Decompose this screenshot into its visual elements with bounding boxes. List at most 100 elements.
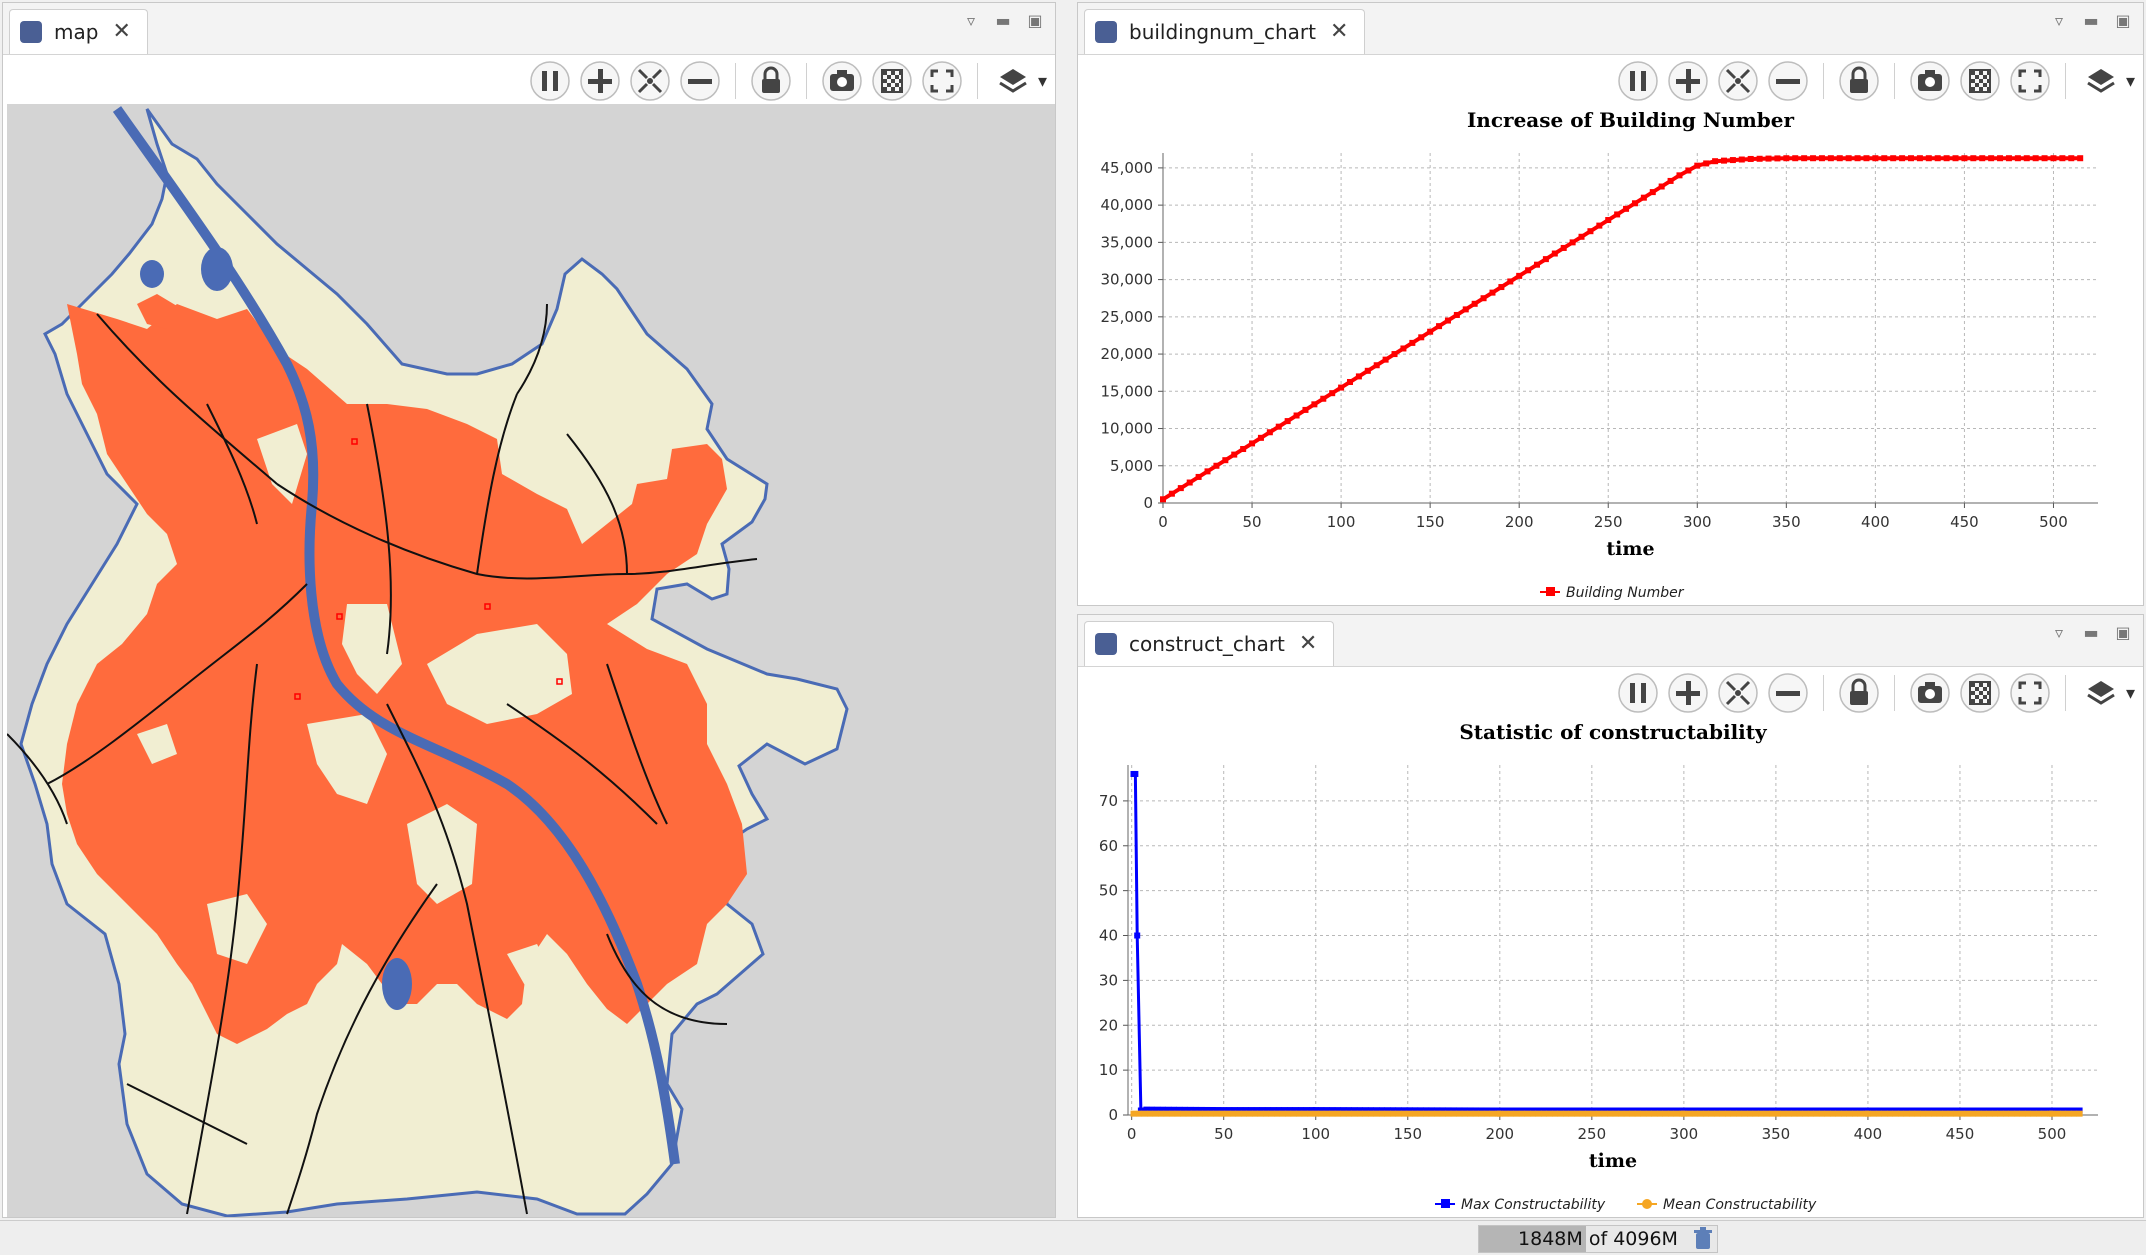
data-point — [1721, 157, 1727, 164]
data-point — [1130, 1110, 1137, 1117]
data-point — [2060, 1110, 2067, 1117]
zoom-fit-button[interactable] — [1717, 672, 1759, 714]
zoom-fit-icon — [630, 61, 670, 101]
data-point — [1428, 1110, 1435, 1117]
maximize-icon[interactable]: ▣ — [2113, 11, 2133, 30]
pause-icon — [530, 61, 570, 101]
data-point — [1480, 295, 1487, 302]
data-point — [2068, 155, 2075, 162]
minimize-icon[interactable]: ▬ — [2081, 623, 2101, 642]
tab-buildingnum-chart[interactable]: buildingnum_chart ✕ — [1084, 9, 1366, 54]
snapshot-button[interactable] — [1909, 60, 1951, 102]
data-point — [1347, 378, 1353, 385]
city-map[interactable] — [6, 104, 1055, 1218]
data-point — [1925, 1110, 1932, 1117]
overlay-button[interactable] — [1959, 60, 2001, 102]
zoom-fit-button[interactable] — [629, 60, 671, 102]
buildingnum-tabbar: buildingnum_chart ✕ ▿ ▬ ▣ — [1078, 3, 2143, 55]
data-point — [1467, 1110, 1474, 1117]
layers-icon — [2087, 681, 2115, 705]
zoom-in-button[interactable] — [1667, 60, 1709, 102]
view-menu-icon[interactable]: ▿ — [961, 11, 981, 30]
data-point — [1813, 1110, 1820, 1117]
overlay-button[interactable] — [1959, 672, 2001, 714]
layers-button[interactable] — [992, 60, 1034, 102]
close-icon[interactable]: ✕ — [1330, 21, 1348, 43]
close-icon[interactable]: ✕ — [112, 21, 130, 43]
pause-button[interactable] — [1617, 672, 1659, 714]
y-tick-label: 40,000 — [1101, 196, 1154, 214]
maximize-icon[interactable]: ▣ — [2113, 623, 2133, 642]
data-point — [1444, 317, 1451, 324]
pause-icon — [1618, 61, 1658, 101]
data-point — [1623, 205, 1630, 212]
data-point — [1845, 155, 1852, 162]
lock-button[interactable] — [1838, 672, 1880, 714]
y-tick-label: 20 — [1099, 1016, 1118, 1034]
data-point — [1587, 228, 1594, 235]
map-canvas[interactable] — [6, 104, 1055, 1218]
data-point — [1818, 155, 1825, 162]
data-point — [1676, 172, 1683, 179]
close-icon[interactable]: ✕ — [1299, 633, 1317, 655]
data-point — [1958, 1110, 1965, 1117]
fullscreen-button[interactable] — [2009, 672, 2051, 714]
overlay-button[interactable] — [871, 60, 913, 102]
garbage-collect-icon[interactable] — [1692, 1227, 1714, 1251]
building-number-chart[interactable]: Increase of Building Number 0 50 100 150 200 2… — [1078, 103, 2143, 605]
zoom-out-button[interactable] — [679, 60, 721, 102]
pause-button[interactable] — [1617, 60, 1659, 102]
data-point — [2036, 1110, 2043, 1117]
zoom-out-button[interactable] — [1767, 672, 1809, 714]
data-point — [1943, 155, 1950, 162]
data-point — [1382, 356, 1389, 363]
tab-construct-chart[interactable]: construct_chart ✕ — [1084, 621, 1335, 666]
data-point — [1502, 1110, 1509, 1117]
minimize-icon[interactable]: ▬ — [993, 11, 1013, 30]
data-point — [1535, 1110, 1542, 1117]
view-menu-icon[interactable]: ▿ — [2049, 11, 2069, 30]
fullscreen-button[interactable] — [921, 60, 963, 102]
data-point — [1903, 1110, 1910, 1117]
chevron-down-icon[interactable]: ▾ — [1038, 71, 1047, 92]
zoom-out-icon — [1768, 61, 1808, 101]
chevron-down-icon[interactable]: ▾ — [2126, 71, 2135, 92]
data-point — [2023, 155, 2030, 162]
data-point — [1293, 412, 1300, 419]
lock-button[interactable] — [750, 60, 792, 102]
tab-map[interactable]: map ✕ — [9, 9, 148, 54]
y-tick-label: 30,000 — [1101, 271, 1154, 289]
zoom-in-button[interactable] — [579, 60, 621, 102]
data-point — [1780, 1110, 1787, 1117]
view-menu-icon[interactable]: ▿ — [2049, 623, 2069, 642]
pause-button[interactable] — [529, 60, 571, 102]
data-point — [1423, 1110, 1430, 1117]
data-point — [1783, 155, 1790, 162]
zoom-fit-icon — [1718, 673, 1758, 713]
layers-button[interactable] — [2080, 60, 2122, 102]
minimize-icon[interactable]: ▬ — [2081, 11, 2101, 30]
data-point — [1569, 239, 1576, 246]
data-point — [1417, 1110, 1424, 1117]
heap-status[interactable]: 1848M of 4096M — [1478, 1225, 1718, 1253]
fullscreen-button[interactable] — [2009, 60, 2051, 102]
memory-of: of — [1588, 1228, 1608, 1250]
data-point — [1516, 272, 1523, 279]
data-point — [1231, 451, 1238, 458]
lock-button[interactable] — [1838, 60, 1880, 102]
chevron-down-icon[interactable]: ▾ — [2126, 683, 2135, 704]
maximize-icon[interactable]: ▣ — [1025, 11, 1045, 30]
snapshot-button[interactable] — [1909, 672, 1951, 714]
data-point — [1406, 1110, 1413, 1117]
zoom-in-button[interactable] — [1667, 672, 1709, 714]
zoom-fit-button[interactable] — [1717, 60, 1759, 102]
data-point — [1824, 1110, 1831, 1117]
data-point — [1649, 189, 1656, 196]
view-menu: ▿ ▬ ▣ — [2049, 623, 2133, 642]
display-icon — [20, 21, 42, 43]
snapshot-button[interactable] — [821, 60, 863, 102]
zoom-out-button[interactable] — [1767, 60, 1809, 102]
legend-swatch — [1441, 1199, 1450, 1208]
layers-button[interactable] — [2080, 672, 2122, 714]
constructability-chart[interactable]: Statistic of constructability0 50 100 150 20… — [1078, 715, 2143, 1217]
